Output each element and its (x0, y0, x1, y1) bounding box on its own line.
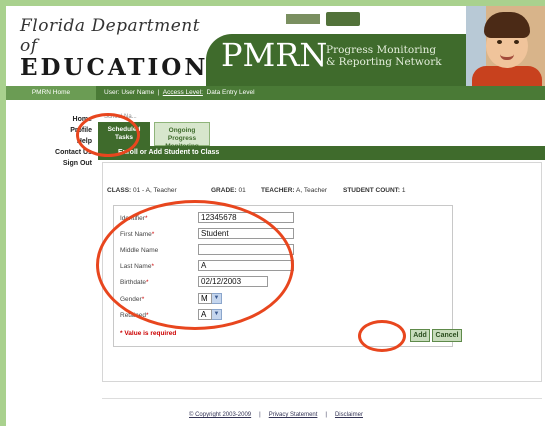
row-first-name: First Name* Student (114, 228, 454, 242)
grade-value: 01 (238, 187, 246, 194)
user-name: User Name (121, 89, 155, 96)
last-name-label: Last Name* (120, 263, 154, 270)
birthdate-input[interactable]: 02/12/2003 (198, 276, 268, 287)
footer: © Copyright 2003-2009 | Privacy Statement |… (106, 412, 446, 418)
student-form: Identifier* 12345678 First Name* Student… (113, 205, 462, 347)
logo-script-text: Florida Department of (20, 16, 201, 56)
class-info-teacher: TEACHER: A, Teacher (261, 187, 327, 194)
chevron-down-icon[interactable]: ▼ (212, 309, 222, 320)
nav-sign-out[interactable]: Sign Out (6, 158, 96, 169)
gender-label: Gender* (120, 296, 145, 303)
identifier-input[interactable]: 12345678 (198, 212, 294, 223)
section-title-bar: Enroll or Add Student to Class (98, 146, 545, 160)
disclaimer-link[interactable]: Disclaimer (335, 412, 363, 418)
required-note: * Value is required (120, 330, 177, 337)
user-bar: PMRN Home User: User Name | Access Level… (6, 86, 545, 100)
birthdate-label: Birthdate* (120, 279, 149, 286)
footer-separator: | (259, 412, 261, 418)
footer-separator: | (325, 412, 327, 418)
logo-main-text: EDUCATION (20, 54, 209, 81)
tab-label-line-1: Scheduled (107, 126, 141, 133)
copyright-link[interactable]: © Copyright 2003-2009 (189, 412, 251, 418)
row-gender: Gender* M ▼ (114, 293, 454, 307)
pmrn-home-link[interactable]: PMRN Home (6, 86, 96, 100)
add-button[interactable]: Add (410, 329, 430, 342)
gender-selected-value: M (198, 293, 212, 304)
user-info: User: User Name | Access Level: Data Ent… (104, 89, 255, 96)
count-value: 1 (401, 187, 406, 194)
chevron-down-icon[interactable]: ▼ (212, 293, 222, 304)
sponsor-logo-1 (286, 14, 320, 24)
class-info-grade: GRADE: 01 (211, 187, 246, 194)
nav-profile[interactable]: Profile (6, 125, 96, 136)
nav-help[interactable]: Help (6, 136, 96, 147)
class-info-class: CLASS: 01 - A, Teacher (107, 187, 177, 194)
retained-label: Retained* (120, 312, 149, 319)
gender-select[interactable]: M ▼ (198, 293, 222, 304)
class-value: 01 - A, Teacher (133, 187, 177, 194)
fldoe-logo[interactable]: Florida Department of EDUCATION (20, 16, 220, 81)
student-photo (466, 6, 545, 86)
class-info-count: STUDENT COUNT: 1 (343, 187, 406, 194)
page-frame: Florida Department of EDUCATION PMRN Pro… (6, 6, 545, 426)
main-content: School Na... Scheduled Tasks Ongoing Pro… (98, 100, 545, 426)
row-identifier: Identifier* 12345678 (114, 212, 454, 226)
sponsor-logo-2 (326, 12, 360, 26)
header-banner: Florida Department of EDUCATION PMRN Pro… (6, 6, 545, 86)
tab-ongoing-progress-monitoring[interactable]: Ongoing Progress Monitoring (154, 122, 210, 150)
row-middle-name: Middle Name (114, 244, 454, 258)
count-label: STUDENT COUNT: (343, 187, 401, 194)
grade-label: GRADE: (211, 187, 237, 194)
retained-select[interactable]: A ▼ (198, 309, 222, 320)
section-title: Enroll or Add Student to Class (118, 149, 220, 156)
first-name-input[interactable]: Student (198, 228, 294, 239)
cancel-button[interactable]: Cancel (432, 329, 462, 342)
nav-home[interactable]: Home (6, 114, 96, 125)
row-retained: Retained* A ▼ (114, 309, 454, 323)
first-name-label: First Name* (120, 231, 155, 238)
privacy-link[interactable]: Privacy Statement (269, 412, 318, 418)
access-level-link[interactable]: Access Level: (163, 89, 203, 96)
middle-name-input[interactable] (198, 244, 294, 255)
class-label: CLASS: (107, 187, 132, 194)
tagline-line-2: & Reporting Network (326, 56, 442, 68)
middle-name-label: Middle Name (120, 247, 159, 254)
retained-selected-value: A (198, 309, 212, 320)
tab-scheduled-tasks[interactable]: Scheduled Tasks (98, 122, 150, 146)
brand-title: PMRN (221, 36, 328, 74)
tagline-line-1: Progress Monitoring (326, 44, 437, 56)
breadcrumb: School Na... (104, 114, 137, 120)
brand-tagline: Progress Monitoring & Reporting Network (326, 44, 442, 68)
tab-label-line-2: Tasks (115, 134, 133, 141)
sponsor-logos (256, 10, 366, 26)
last-name-input[interactable]: A (198, 260, 294, 271)
user-prefix: User: (104, 89, 120, 96)
row-last-name: Last Name* A (114, 260, 454, 274)
left-nav: Home Profile Help Contact Us Sign Out (6, 100, 96, 426)
footer-divider (102, 398, 542, 399)
nav-contact-us[interactable]: Contact Us (6, 147, 96, 158)
identifier-label: Identifier* (120, 215, 148, 222)
tab-label-line-1: Ongoing Progress (167, 127, 197, 142)
access-level-value: Data Entry Level (206, 89, 255, 96)
teacher-value: A, Teacher (296, 187, 328, 194)
enroll-panel: CLASS: 01 - A, Teacher GRADE: 01 TEACHER… (102, 162, 542, 382)
row-birthdate: Birthdate* 02/12/2003 (114, 276, 454, 290)
teacher-label: TEACHER: (261, 187, 295, 194)
